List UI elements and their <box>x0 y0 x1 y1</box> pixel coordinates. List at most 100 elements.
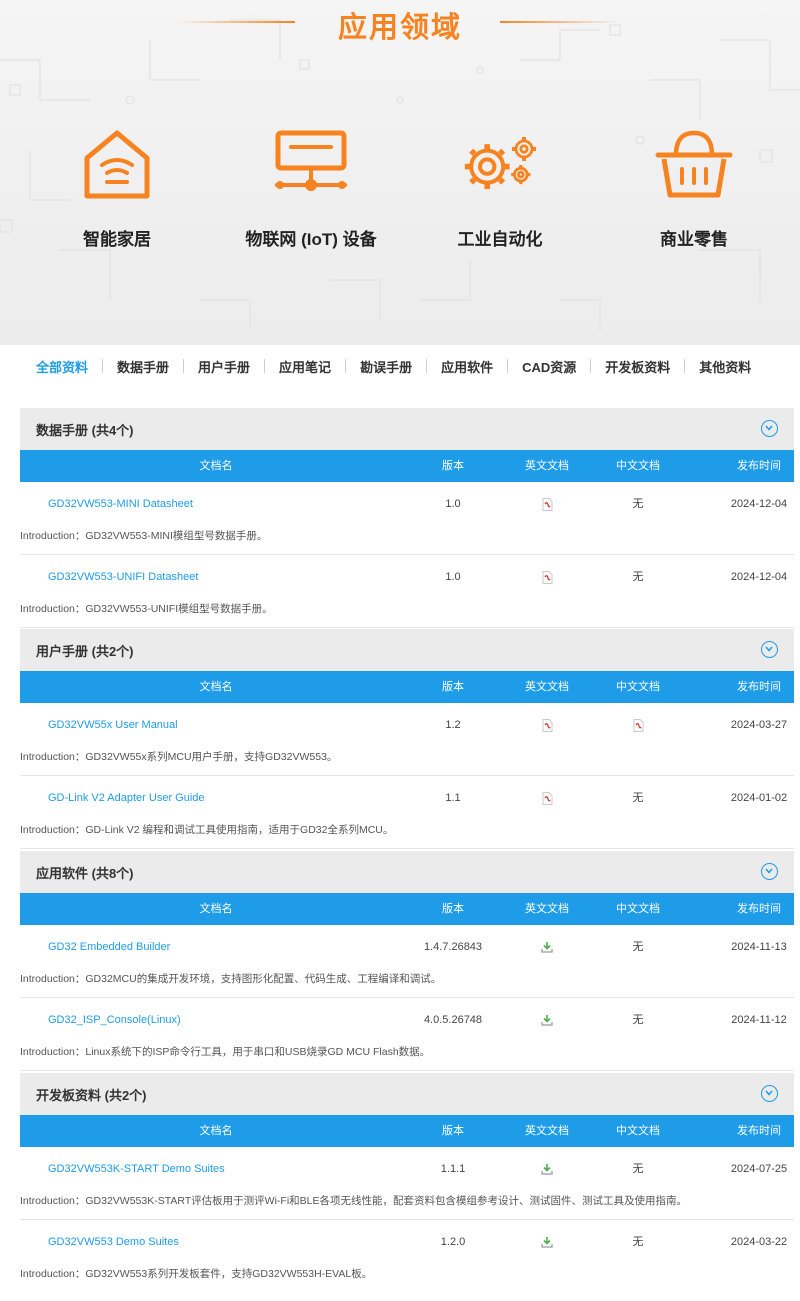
section-title: 用户手册 (共2个) <box>36 643 134 659</box>
doc-introduction: Introduction：GD32VW553K-START评估板用于测评Wi-F… <box>20 1195 688 1207</box>
col-name-header: 文档名 <box>199 460 233 472</box>
col-version-header: 版本 <box>442 1125 464 1137</box>
col-english-header: 英文文档 <box>525 903 569 915</box>
chinese-doc-cell: 无 <box>632 1014 644 1026</box>
app-item-iot[interactable]: 物联网 (IoT) 设备 <box>211 125 411 250</box>
doc-version: 1.4.7.26843 <box>423 941 483 953</box>
col-chinese-header: 中文文档 <box>616 460 660 472</box>
doc-date: 2024-01-02 <box>730 792 788 804</box>
col-date-header: 发布时间 <box>737 460 781 472</box>
shopping-basket-icon <box>655 130 733 198</box>
pdf-icon[interactable] <box>542 718 553 732</box>
tab-dev-board[interactable]: 开发板资料 <box>591 357 684 376</box>
tab-all[interactable]: 全部资料 <box>20 357 102 376</box>
smart-home-icon <box>84 130 150 199</box>
section-header: 用户手册 (共2个) <box>20 629 794 671</box>
col-date-header: 发布时间 <box>737 903 781 915</box>
iot-network-icon <box>275 130 347 191</box>
download-icon[interactable] <box>541 1236 553 1248</box>
col-date-header: 发布时间 <box>737 681 781 693</box>
table-row: GD32VW553 Demo Suites 1.2.0 无 2024-03-22… <box>20 1220 794 1293</box>
col-english-header: 英文文档 <box>525 460 569 472</box>
table-row: GD32VW553K-START Demo Suites 1.1.1 无 202… <box>20 1147 794 1220</box>
doc-name-link[interactable]: GD32 Embedded Builder <box>20 939 380 955</box>
collapse-chevron-icon[interactable] <box>761 863 778 880</box>
chinese-doc-cell: 无 <box>632 571 644 583</box>
doc-name-link[interactable]: GD32VW55x User Manual <box>20 717 380 733</box>
pdf-icon[interactable] <box>542 791 553 805</box>
section-datasheet: 数据手册 (共4个) 文档名 版本 英文文档 中文文档 发布时间 GD32VW5… <box>20 408 794 628</box>
col-english-header: 英文文档 <box>525 1125 569 1137</box>
chinese-doc-cell <box>598 717 678 733</box>
app-label: 工业自动化 <box>457 230 543 249</box>
english-doc-cell <box>507 569 587 585</box>
col-english-header: 英文文档 <box>525 681 569 693</box>
doc-name-link[interactable]: GD32VW553-UNIFI Datasheet <box>20 569 380 585</box>
col-date-header: 发布时间 <box>737 1125 781 1137</box>
tab-user-manual[interactable]: 用户手册 <box>184 357 264 376</box>
doc-name-link[interactable]: GD32_ISP_Console(Linux) <box>20 1012 380 1028</box>
doc-version: 1.0 <box>445 571 461 583</box>
download-icon[interactable] <box>541 941 553 953</box>
col-name-header: 文档名 <box>199 681 233 693</box>
title-decor-line-left <box>175 21 295 23</box>
pdf-icon[interactable] <box>542 497 553 511</box>
collapse-chevron-icon[interactable] <box>761 420 778 437</box>
download-icon[interactable] <box>541 1163 553 1175</box>
doc-name-link[interactable]: GD32VW553K-START Demo Suites <box>20 1161 380 1177</box>
doc-date: 2024-12-04 <box>730 498 788 510</box>
table-header: 文档名 版本 英文文档 中文文档 发布时间 <box>20 450 794 482</box>
tab-software[interactable]: 应用软件 <box>427 357 507 376</box>
banner-title: 应用领域 <box>337 12 462 44</box>
section-title: 数据手册 (共4个) <box>36 422 134 438</box>
collapse-chevron-icon[interactable] <box>761 641 778 658</box>
app-label: 物联网 (IoT) 设备 <box>245 230 377 249</box>
doc-name-link[interactable]: GD32VW553 Demo Suites <box>20 1234 380 1250</box>
section-header: 数据手册 (共4个) <box>20 408 794 450</box>
pdf-icon[interactable] <box>633 718 644 732</box>
doc-introduction: Introduction：GD32VW553-MINI模组型号数据手册。 <box>20 530 268 542</box>
pdf-icon[interactable] <box>542 570 553 584</box>
doc-name-link[interactable]: GD32VW553-MINI Datasheet <box>20 496 380 512</box>
tab-cad[interactable]: CAD资源 <box>508 357 590 376</box>
doc-name-link[interactable]: GD-Link V2 Adapter User Guide <box>20 790 380 806</box>
doc-version: 1.2.0 <box>440 1236 466 1248</box>
table-row: GD32VW55x User Manual 1.2 2024-03-27 Int… <box>20 703 794 776</box>
chinese-doc-cell: 无 <box>632 1163 644 1175</box>
app-item-retail[interactable]: 商业零售 <box>594 125 794 250</box>
collapse-chevron-icon[interactable] <box>761 1085 778 1102</box>
tab-other[interactable]: 其他资料 <box>685 357 765 376</box>
english-doc-cell <box>507 1012 587 1028</box>
col-chinese-header: 中文文档 <box>616 1125 660 1137</box>
app-item-industrial-automation[interactable]: 工业自动化 <box>400 125 600 250</box>
doc-introduction: Introduction：GD32VW55x系列MCU用户手册，支持GD32VW… <box>20 751 338 763</box>
doc-date: 2024-11-13 <box>731 941 787 953</box>
doc-date: 2024-11-12 <box>731 1014 787 1026</box>
chinese-doc-cell: 无 <box>632 941 644 953</box>
tab-app-notes[interactable]: 应用笔记 <box>265 357 345 376</box>
table-header: 文档名 版本 英文文档 中文文档 发布时间 <box>20 671 794 703</box>
table-row: GD32VW553-UNIFI Datasheet 1.0 无 2024-12-… <box>20 555 794 628</box>
col-version-header: 版本 <box>442 681 464 693</box>
col-version-header: 版本 <box>442 903 464 915</box>
english-doc-cell <box>507 790 587 806</box>
tab-datasheet[interactable]: 数据手册 <box>103 357 183 376</box>
table-row: GD32VW553-MINI Datasheet 1.0 无 2024-12-0… <box>20 482 794 555</box>
col-version-header: 版本 <box>442 460 464 472</box>
doc-version: 1.1.1 <box>440 1163 466 1175</box>
section-software: 应用软件 (共8个) 文档名 版本 英文文档 中文文档 发布时间 GD32 Em… <box>20 851 794 1071</box>
doc-date: 2024-07-25 <box>730 1163 788 1175</box>
doc-introduction: Introduction：GD32VW553系列开发板套件，支持GD32VW55… <box>20 1268 373 1280</box>
doc-date: 2024-03-27 <box>730 719 788 731</box>
tab-errata[interactable]: 勘误手册 <box>346 357 426 376</box>
section-dev-board: 开发板资料 (共2个) 文档名 版本 英文文档 中文文档 发布时间 GD32VW… <box>20 1073 794 1293</box>
download-icon[interactable] <box>541 1014 553 1026</box>
doc-version: 1.2 <box>445 719 461 731</box>
col-chinese-header: 中文文档 <box>616 903 660 915</box>
english-doc-cell <box>507 717 587 733</box>
col-name-header: 文档名 <box>199 903 233 915</box>
chinese-doc-cell: 无 <box>632 1236 644 1248</box>
app-item-smart-home[interactable]: 智能家居 <box>17 125 217 250</box>
doc-introduction: Introduction：GD32VW553-UNIFI模组型号数据手册。 <box>20 603 273 615</box>
gears-icon <box>464 137 536 189</box>
